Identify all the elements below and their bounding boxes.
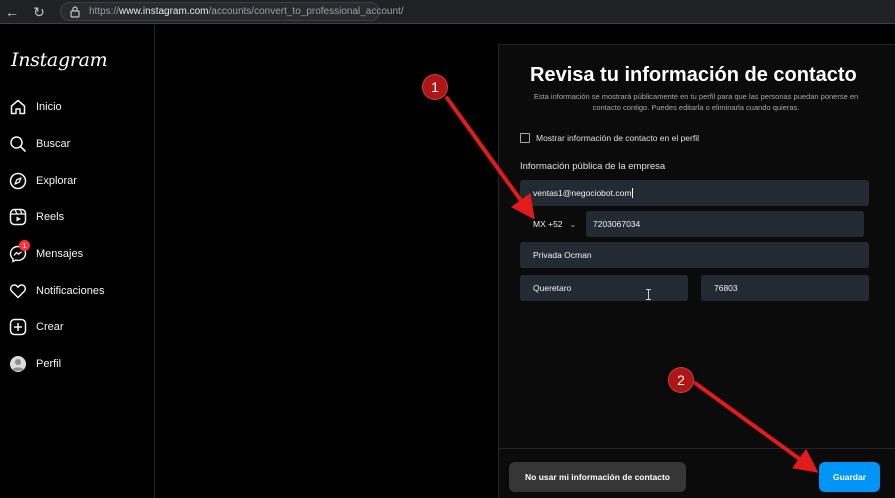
show-contact-row[interactable]: Mostrar información de contacto en el pe… xyxy=(520,133,699,143)
zip-value: 76803 xyxy=(714,283,738,293)
sidebar-item-label: Mensajes xyxy=(36,248,84,260)
address-field[interactable]: Privada Ocman xyxy=(520,242,869,268)
page-subtitle: Esta información se mostrará públicament… xyxy=(533,92,859,112)
home-icon xyxy=(10,99,26,115)
plus-square-icon xyxy=(9,318,27,336)
search-icon xyxy=(10,136,26,152)
email-field[interactable]: ventas1@negociobot.com xyxy=(520,180,869,206)
reels-icon xyxy=(9,208,27,226)
sidebar-item-mensajes[interactable]: 1 Mensajes xyxy=(9,240,149,266)
sidebar-item-buscar[interactable]: Buscar xyxy=(9,132,149,156)
address-value: Privada Ocman xyxy=(533,250,592,260)
skip-contact-button[interactable]: No usar mi información de contacto xyxy=(509,462,686,492)
country-code-value: MX +52 xyxy=(533,219,563,229)
avatar-icon xyxy=(10,356,26,372)
show-contact-label: Mostrar información de contacto en el pe… xyxy=(536,133,699,143)
sidebar-item-label: Notificaciones xyxy=(36,285,105,297)
sidebar-item-label: Explorar xyxy=(36,175,77,187)
messenger-icon-wrap: 1 xyxy=(9,240,30,263)
reload-icon[interactable]: ↻ xyxy=(30,3,48,21)
url-text: https://www.instagram.com/accounts/conve… xyxy=(89,6,404,17)
chevron-down-icon: ⌄ xyxy=(569,219,577,229)
city-value: Queretaro xyxy=(533,283,572,293)
email-value: ventas1@negociobot.com xyxy=(533,188,632,198)
country-code-select[interactable]: MX +52 ⌄ xyxy=(520,211,584,237)
sidebar-nav: Instagram Inicio Buscar Explorar Reels 1… xyxy=(0,25,155,498)
sidebar-item-label: Buscar xyxy=(36,138,71,150)
sidebar-item-explorar[interactable]: Explorar xyxy=(9,169,149,193)
phone-field[interactable]: 7203067034 xyxy=(586,211,864,237)
sidebar-item-perfil[interactable]: Perfil xyxy=(9,352,149,376)
back-arrow-icon[interactable]: ← xyxy=(3,3,21,21)
sidebar-item-notificaciones[interactable]: Notificaciones xyxy=(9,279,149,303)
section-label: Información pública de la empresa xyxy=(520,161,666,172)
footer-divider xyxy=(498,448,895,449)
sidebar-item-crear[interactable]: Crear xyxy=(9,315,149,339)
sidebar-item-inicio[interactable]: Inicio xyxy=(9,95,149,119)
show-contact-checkbox[interactable] xyxy=(520,133,530,143)
annotation-marker-2: 2 xyxy=(668,367,694,393)
phone-value: 7203067034 xyxy=(593,219,641,229)
zip-field[interactable]: 76803 xyxy=(701,275,869,301)
sidebar-item-label: Crear xyxy=(36,321,64,333)
sidebar-item-label: Reels xyxy=(36,211,65,223)
browser-toolbar: ← ↻ https://www.instagram.com/accounts/c… xyxy=(0,0,895,24)
compass-icon xyxy=(9,172,27,190)
heart-icon xyxy=(9,284,27,299)
city-field[interactable]: Queretaro xyxy=(520,275,688,301)
text-caret xyxy=(632,188,634,198)
notification-badge: 1 xyxy=(19,240,30,251)
site-info-icon[interactable] xyxy=(69,5,81,19)
text-cursor-icon xyxy=(646,289,651,300)
annotation-marker-1: 1 xyxy=(422,74,448,100)
sidebar-item-label: Perfil xyxy=(36,358,62,370)
save-button[interactable]: Guardar xyxy=(819,462,880,492)
address-bar[interactable]: https://www.instagram.com/accounts/conve… xyxy=(60,2,404,21)
sidebar-item-reels[interactable]: Reels xyxy=(9,205,149,229)
sidebar-item-label: Inicio xyxy=(36,101,62,113)
